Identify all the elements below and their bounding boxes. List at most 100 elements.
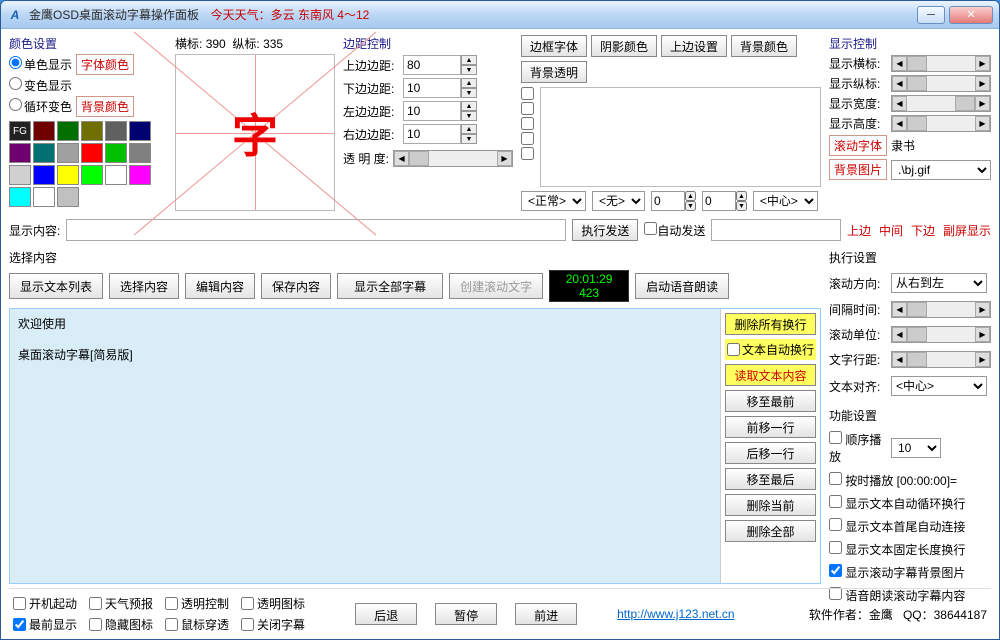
color-swatch[interactable]	[105, 165, 127, 185]
color-swatch[interactable]	[129, 121, 151, 141]
show-bg-check[interactable]: 显示滚动字幕背景图片	[829, 564, 991, 581]
head-tail-check[interactable]: 显示文本首尾自动连接	[829, 518, 991, 535]
tts-button[interactable]: 启动语音朗读	[635, 273, 729, 299]
chk1[interactable]	[521, 87, 534, 100]
check-list[interactable]	[540, 87, 821, 187]
text-area[interactable]: 欢迎使用 桌面滚动字幕[简易版]	[10, 309, 720, 583]
color-swatch[interactable]	[129, 143, 151, 163]
forward-button[interactable]: 前进	[515, 603, 577, 625]
color-swatch[interactable]	[57, 121, 79, 141]
bg-img-button[interactable]: 背景图片	[829, 159, 887, 180]
color-swatch[interactable]	[81, 143, 103, 163]
pause-button[interactable]: 暂停	[435, 603, 497, 625]
scroll-font-button[interactable]: 滚动字体	[829, 135, 887, 156]
timed-play-check[interactable]: 按时播放 [00:00:00]=	[829, 472, 991, 489]
color-swatch[interactable]	[9, 187, 31, 207]
cb-hide-icon[interactable]: 隐藏图标	[89, 616, 153, 633]
del-all-button[interactable]: 删除全部	[725, 520, 816, 542]
auto-loop-check[interactable]: 显示文本自动循环换行	[829, 495, 991, 512]
bg-img-combo[interactable]: .\bj.gif	[891, 160, 991, 180]
v-scroll[interactable]: ◀▶	[891, 75, 991, 92]
swatch-fg[interactable]: FG	[9, 121, 31, 141]
seq-play-check[interactable]: 顺序播放	[829, 431, 887, 465]
combo-normal[interactable]: <正常>	[521, 191, 586, 211]
show-all-button[interactable]: 显示全部字幕	[337, 273, 443, 299]
interval-scroll[interactable]: ◀▶	[891, 301, 991, 318]
move-bottom-button[interactable]: 移至最后	[725, 468, 816, 490]
read-text-button[interactable]: 读取文本内容	[725, 364, 816, 386]
save-content-button[interactable]: 保存内容	[261, 273, 331, 299]
move-up-button[interactable]: 前移一行	[725, 416, 816, 438]
auto-wrap-check[interactable]: 文本自动换行	[725, 339, 816, 360]
border-font-button[interactable]: 边框字体	[521, 35, 587, 57]
color-swatch[interactable]	[33, 143, 55, 163]
radio-grad[interactable]: 变色显示	[9, 77, 72, 94]
color-swatch[interactable]	[33, 165, 55, 185]
chk2[interactable]	[521, 102, 534, 115]
opacity-scroll[interactable]: ◀▶	[393, 150, 513, 167]
radio-single[interactable]: 单色显示	[9, 56, 72, 73]
top-setting-button[interactable]: 上边设置	[661, 35, 727, 57]
chk3[interactable]	[521, 117, 534, 130]
color-swatch[interactable]	[9, 143, 31, 163]
color-swatch[interactable]	[57, 187, 79, 207]
color-swatch[interactable]	[57, 165, 79, 185]
exec-send-button[interactable]: 执行发送	[572, 219, 638, 241]
color-swatch[interactable]	[57, 143, 79, 163]
combo-none[interactable]: <无>	[592, 191, 645, 211]
spin-down[interactable]: ▼	[461, 65, 477, 75]
color-swatch[interactable]	[81, 165, 103, 185]
linespace-scroll[interactable]: ◀▶	[891, 351, 991, 368]
fixed-len-check[interactable]: 显示文本固定长度换行	[829, 541, 991, 558]
auto-send-field[interactable]	[711, 219, 841, 241]
chk4[interactable]	[521, 132, 534, 145]
website-link[interactable]: http://www.j123.net.cn	[617, 607, 734, 621]
num1[interactable]	[651, 191, 685, 211]
cb-mouse-thru[interactable]: 鼠标穿透	[165, 616, 229, 633]
ht-scroll[interactable]: ◀▶	[891, 115, 991, 132]
cb-trans-icon[interactable]: 透明图标	[241, 595, 305, 612]
cb-close-sub[interactable]: 关闭字幕	[241, 616, 305, 633]
num2[interactable]	[702, 191, 736, 211]
close-button[interactable]: ✕	[949, 6, 993, 24]
auto-send-check[interactable]: 自动发送	[644, 222, 705, 239]
color-swatch[interactable]	[105, 143, 127, 163]
color-swatch[interactable]	[81, 121, 103, 141]
w-scroll[interactable]: ◀▶	[891, 95, 991, 112]
cb-boot[interactable]: 开机起动	[13, 595, 77, 612]
radio-cycle[interactable]: 循环变色	[9, 98, 72, 115]
bg-color-button2[interactable]: 背景颜色	[731, 35, 797, 57]
bottom-margin-input[interactable]	[403, 78, 461, 98]
color-swatch[interactable]	[129, 165, 151, 185]
font-color-button[interactable]: 字体颜色	[76, 54, 134, 75]
del-cur-button[interactable]: 删除当前	[725, 494, 816, 516]
h-scroll[interactable]: ◀▶	[891, 55, 991, 72]
create-scroll-button[interactable]: 创建滚动文字	[449, 273, 543, 299]
top-margin-input[interactable]	[403, 55, 461, 75]
seq-combo[interactable]: 10	[891, 438, 941, 458]
chk5[interactable]	[521, 147, 534, 160]
color-swatch[interactable]	[105, 121, 127, 141]
left-margin-input[interactable]	[403, 101, 461, 121]
cb-topmost[interactable]: 最前显示	[13, 616, 77, 633]
color-swatch[interactable]	[33, 187, 55, 207]
color-swatch[interactable]	[9, 165, 31, 185]
bg-color-button[interactable]: 背景颜色	[76, 96, 134, 117]
del-wrap-button[interactable]: 删除所有换行	[725, 313, 816, 335]
back-button[interactable]: 后退	[355, 603, 417, 625]
content-input[interactable]	[66, 219, 566, 241]
cb-trans-ctrl[interactable]: 透明控制	[165, 595, 229, 612]
edit-content-button[interactable]: 编辑内容	[185, 273, 255, 299]
move-top-button[interactable]: 移至最前	[725, 390, 816, 412]
spin-up[interactable]: ▲	[461, 55, 477, 65]
align-combo[interactable]: <中心>	[891, 376, 987, 396]
dir-combo[interactable]: 从右到左	[891, 273, 987, 293]
minimize-button[interactable]: ─	[917, 6, 945, 24]
unit-scroll[interactable]: ◀▶	[891, 326, 991, 343]
color-swatch[interactable]	[33, 121, 55, 141]
move-down-button[interactable]: 后移一行	[725, 442, 816, 464]
show-list-button[interactable]: 显示文本列表	[9, 273, 103, 299]
cb-weather[interactable]: 天气预报	[89, 595, 153, 612]
shadow-color-button[interactable]: 阴影颜色	[591, 35, 657, 57]
right-margin-input[interactable]	[403, 124, 461, 144]
